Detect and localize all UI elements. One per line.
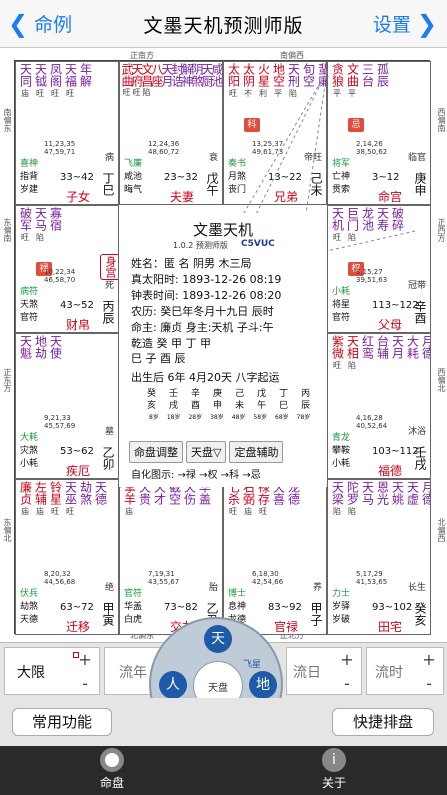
dayun-age: 78岁 xyxy=(296,414,311,421)
daxian-increment[interactable]: + xyxy=(71,648,99,672)
liuri-increment[interactable]: + xyxy=(333,648,361,672)
wheel-di-button[interactable]: 地 xyxy=(249,671,277,699)
dayun-age: 18岁 xyxy=(166,414,181,421)
center-button-row: 命盘调整 天盘▽ 定盘辅助 xyxy=(129,441,284,463)
center-master-line: 命主: 廉贞 身主:天机 子斗:午 xyxy=(131,321,274,334)
dayun-age: 8岁 xyxy=(149,414,159,421)
tab-about-label: 关于 xyxy=(321,776,346,790)
wheel-feixing-label[interactable]: 飞星 xyxy=(243,657,261,670)
quick-chart-button[interactable]: 快捷排盘 xyxy=(332,708,434,736)
dayun-branches: 亥戌酉申未午巳辰 xyxy=(147,398,310,411)
liushi-increment[interactable]: + xyxy=(415,648,443,672)
action-bar: 常用功能 快捷排盘 xyxy=(0,698,447,746)
chart-adjust-button[interactable]: 命盘调整 xyxy=(129,441,183,463)
chart-assist-button[interactable]: 定盘辅助 xyxy=(229,441,284,463)
dayun-branch: 辰 xyxy=(301,401,311,411)
ziwei-chart: 正南方 南偏西 北偏东 正北方 南偏东 东偏南 正东方 东偏北 西偏南 正西方 … xyxy=(0,48,447,642)
settings-button[interactable]: 设置 ❯ xyxy=(373,10,437,37)
liushi-label: 流时 xyxy=(375,665,403,681)
chevron-right-icon: ❯ xyxy=(416,9,437,38)
dayun-branch: 未 xyxy=(235,401,245,411)
chart-board: 天梁陷陀罗陷天马 恩光 天姚 天虚 月德 5,17,29 41,53,65 力士 岁驿 岁破 长生 9… xyxy=(14,60,431,635)
dayun-age: 28岁 xyxy=(188,414,203,421)
dayun-branch: 午 xyxy=(257,401,267,411)
wheel-tian-button[interactable]: 天 xyxy=(204,625,232,653)
tab-chart-label: 命盘 xyxy=(99,776,124,790)
self-hua-legend: 自化图示: →禄 →权 →科 →忌 xyxy=(131,470,261,481)
direction-left-2: 东偏南 xyxy=(3,218,12,242)
liuri-decrement[interactable]: - xyxy=(333,672,361,696)
daxian-decrement[interactable]: - xyxy=(71,672,99,696)
center-qiyun-line: 出生后 6年 4月20天 八字起运 xyxy=(131,371,280,384)
direction-right-2: 正西方 xyxy=(437,218,446,242)
direction-right-1: 西偏南 xyxy=(437,108,446,132)
liushi-selector[interactable]: 流时 + - xyxy=(366,647,444,695)
dayun-branch: 戌 xyxy=(169,401,179,411)
chart-center-panel: 文墨天机 1.0.2 预测师版 C5VUC 姓名：匿 名 阴男 木三局 真太阳时… xyxy=(119,213,327,487)
center-title: 文墨天机 xyxy=(192,221,253,239)
daxian-selector[interactable]: 大限 + - xyxy=(4,647,100,695)
center-lunar-date: 农历: 癸巳年冬月十九日 辰时 xyxy=(131,305,274,318)
liushi-decrement[interactable]: - xyxy=(415,672,443,696)
center-bazi-branches: 巳 子 酉 辰 xyxy=(131,352,186,365)
direction-right-3: 西偏北 xyxy=(437,368,446,392)
settings-label: 设置 xyxy=(372,14,411,36)
liunian-label: 流年 xyxy=(119,665,147,681)
daxian-label: 大限 xyxy=(17,665,45,681)
direction-left-1: 南偏东 xyxy=(3,108,12,132)
wheel-ren-button[interactable]: 人 xyxy=(159,671,187,699)
direction-left-3: 正东方 xyxy=(3,368,12,392)
center-name-line: 姓名：匿 名 阴男 木三局 xyxy=(131,257,252,270)
back-label: 命例 xyxy=(34,14,73,36)
dayun-age: 68岁 xyxy=(275,414,289,421)
wheel-center-label: 天盘 xyxy=(208,683,228,694)
tianpan-dropdown[interactable]: 天盘▽ xyxy=(186,441,227,463)
tab-bar: 命盘 i 关于 xyxy=(0,746,447,795)
tab-chart[interactable]: 命盘 xyxy=(72,748,152,791)
common-functions-button[interactable]: 常用功能 xyxy=(12,708,112,736)
dayun-branch: 酉 xyxy=(191,401,201,411)
navigation-bar: ❮ 命例 文墨天机预测师版 设置 ❯ xyxy=(0,0,447,48)
dayun-ages: 8岁 18岁 28岁 38岁 48岁 58岁 68岁 78岁 xyxy=(149,412,310,421)
liuri-label: 流日 xyxy=(293,665,321,681)
back-button[interactable]: ❮ 命例 xyxy=(8,10,72,37)
dayun-age: 38岁 xyxy=(210,414,224,421)
direction-left-4: 东偏北 xyxy=(3,518,12,542)
dayun-age: 48岁 xyxy=(231,414,246,421)
dayun-branch: 申 xyxy=(213,401,223,411)
liuri-selector[interactable]: 流日 + - xyxy=(286,647,362,695)
center-code: C5VUC xyxy=(241,239,275,249)
info-icon: i xyxy=(322,748,346,772)
center-solar-time: 真太阳时: 1893-12-26 08:19 xyxy=(131,273,282,286)
tab-about[interactable]: i 关于 xyxy=(294,748,374,791)
direction-right-4: 北偏西 xyxy=(437,518,446,542)
center-bazi-stems: 乾造 癸 甲 丁 甲 xyxy=(131,337,211,350)
dayun-branch: 巳 xyxy=(279,401,289,411)
center-version: 1.0.2 预测师版 xyxy=(173,241,228,250)
target-icon xyxy=(100,748,124,772)
dayun-age: 58岁 xyxy=(253,414,268,421)
dayun-branch: 亥 xyxy=(147,401,157,411)
chevron-left-icon: ❮ xyxy=(8,9,29,38)
center-clock-time: 钟表时间: 1893-12-26 08:20 xyxy=(131,289,282,302)
